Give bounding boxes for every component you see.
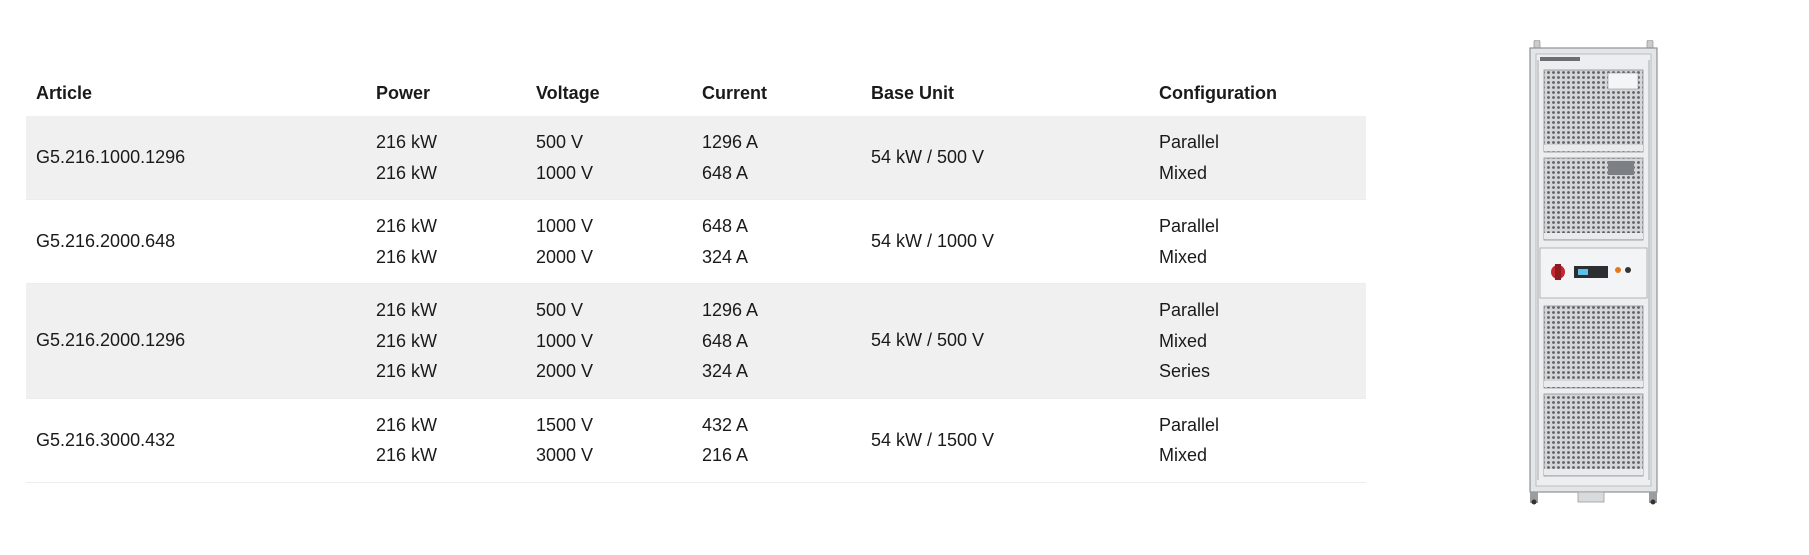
article-text: G5.216.1000.1296 [36, 147, 186, 167]
power-value: 216 kW [376, 445, 438, 465]
current-value: 648 A [702, 330, 749, 351]
voltage-value: 1000 V [536, 330, 594, 351]
cell-voltage: 1000 V 2000 V [526, 200, 692, 284]
base-unit-text: 54 kW / 1500 V [871, 429, 995, 450]
table-body: G5.216.1000.1296 216 kW 216 kW 500 V 100… [26, 116, 1366, 482]
current-value: 1296 A [702, 300, 759, 320]
cell-power: 216 kW 216 kW [366, 200, 526, 284]
voltage-value: 1000 V [536, 162, 594, 183]
power-value: 216 kW [376, 132, 438, 152]
current-value: 324 A [702, 361, 749, 381]
base-unit-text: 54 kW / 500 V [871, 147, 985, 167]
current-value: 324 A [702, 246, 749, 267]
base-unit-text: 54 kW / 1000 V [871, 231, 995, 251]
current-value: 1296 A [702, 132, 759, 152]
cell-base-unit: 54 kW / 500 V [861, 116, 1149, 200]
cell-base-unit: 54 kW / 1000 V [861, 200, 1149, 284]
cell-voltage: 1500 V 3000 V [526, 398, 692, 482]
cell-current: 1296 A 648 A 324 A [692, 284, 861, 399]
voltage-value: 500 V [536, 300, 584, 320]
current-value: 648 A [702, 162, 749, 183]
table-row: G5.216.2000.1296 216 kW 216 kW 216 kW 50… [26, 283, 1366, 399]
cell-power: 216 kW 216 kW [366, 398, 526, 482]
base-unit-text: 54 kW / 500 V [871, 330, 985, 351]
cell-base-unit: 54 kW / 500 V [861, 284, 1149, 399]
voltage-value: 500 V [536, 132, 584, 152]
cell-voltage: 500 V 1000 V [526, 116, 692, 200]
power-value: 216 kW [376, 300, 438, 320]
cell-base-unit: 54 kW / 1500 V [861, 398, 1149, 482]
power-cabinet-image [1526, 39, 1661, 505]
cell-current: 1296 A 648 A [692, 116, 861, 200]
configuration-value: Series [1159, 361, 1211, 381]
voltage-value: 1000 V [536, 216, 594, 236]
power-value: 216 kW [376, 216, 438, 236]
cell-article: G5.216.2000.648 [26, 200, 366, 284]
cell-power: 216 kW 216 kW 216 kW [366, 284, 526, 399]
table-header-row: Article Power Voltage Current Base Unit … [26, 70, 1366, 116]
header-power: Power [376, 82, 431, 103]
power-value: 216 kW [376, 414, 438, 435]
voltage-value: 1500 V [536, 414, 594, 435]
configuration-value: Parallel [1159, 300, 1220, 320]
table-row: G5.216.1000.1296 216 kW 216 kW 500 V 100… [26, 116, 1366, 200]
article-text: G5.216.2000.1296 [36, 330, 186, 351]
header-configuration: Configuration [1159, 82, 1277, 103]
article-text: G5.216.2000.648 [36, 231, 176, 251]
cell-current: 648 A 324 A [692, 200, 861, 284]
header-base-unit: Base Unit [871, 82, 955, 103]
power-value: 216 kW [376, 246, 438, 267]
cell-current: 432 A 216 A [692, 398, 861, 482]
spec-table: Article Power Voltage Current Base Unit … [26, 70, 1366, 483]
power-value: 216 kW [376, 361, 438, 381]
cell-voltage: 500 V 1000 V 2000 V [526, 284, 692, 399]
cell-article: G5.216.2000.1296 [26, 284, 366, 399]
table-row: G5.216.3000.432 216 kW 216 kW 1500 V 300… [26, 398, 1366, 482]
configuration-value: Parallel [1159, 414, 1220, 435]
current-value: 432 A [702, 414, 749, 435]
configuration-value: Parallel [1159, 216, 1220, 236]
header-voltage: Voltage [536, 82, 600, 103]
configuration-value: Parallel [1159, 132, 1220, 152]
voltage-value: 3000 V [536, 445, 594, 465]
power-value: 216 kW [376, 162, 438, 183]
voltage-value: 2000 V [536, 246, 594, 267]
header-article: Article [36, 82, 93, 103]
cell-power: 216 kW 216 kW [366, 116, 526, 200]
current-value: 648 A [702, 216, 749, 236]
power-value: 216 kW [376, 330, 438, 351]
table-row: G5.216.2000.648 216 kW 216 kW 1000 V 200… [26, 200, 1366, 284]
cell-configuration: Parallel Mixed [1149, 200, 1366, 284]
cell-configuration: Parallel Mixed Series [1149, 284, 1366, 399]
voltage-value: 2000 V [536, 361, 594, 381]
cell-article: G5.216.1000.1296 [26, 116, 366, 200]
header-current: Current [702, 82, 768, 103]
power-cabinet-icon [1529, 39, 1658, 505]
configuration-value: Mixed [1159, 445, 1208, 465]
configuration-value: Mixed [1159, 162, 1208, 183]
article-text: G5.216.3000.432 [36, 429, 176, 450]
cell-configuration: Parallel Mixed [1149, 116, 1366, 200]
table-header: Article Power Voltage Current Base Unit … [26, 70, 1366, 116]
current-value: 216 A [702, 445, 749, 465]
configuration-value: Mixed [1159, 246, 1208, 267]
cell-configuration: Parallel Mixed [1149, 398, 1366, 482]
cell-article: G5.216.3000.432 [26, 398, 366, 482]
configuration-value: Mixed [1159, 330, 1208, 351]
